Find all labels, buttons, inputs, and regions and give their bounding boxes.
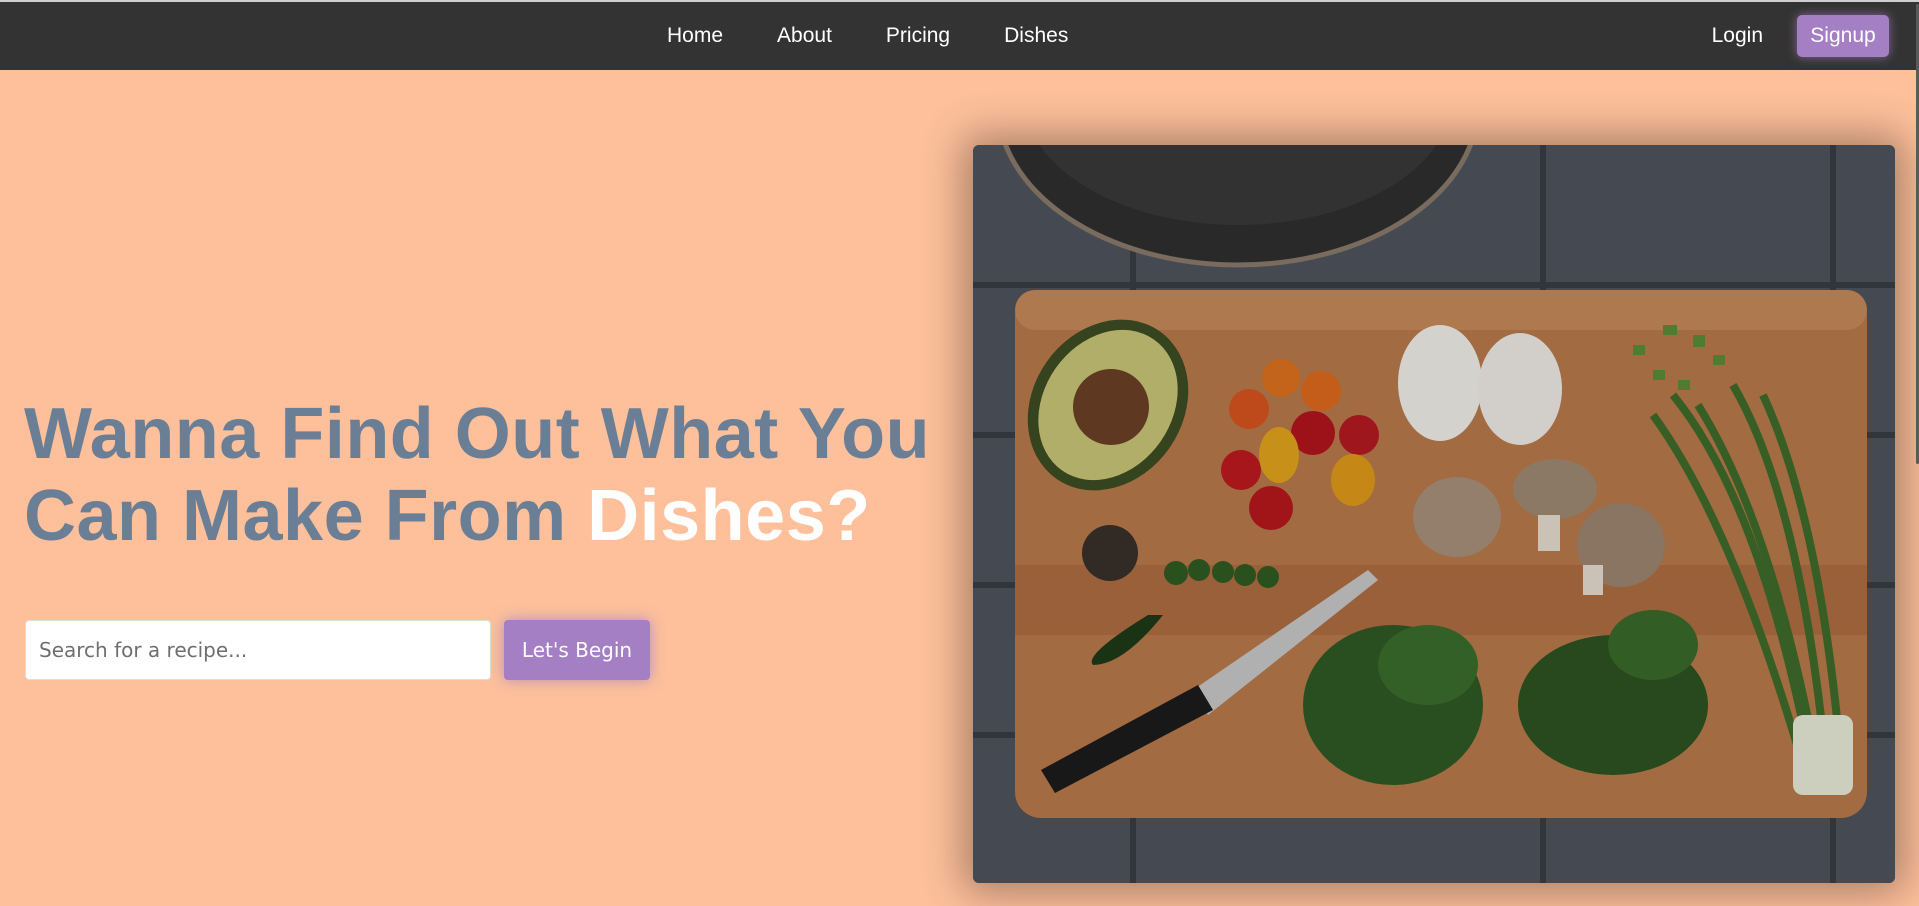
recipe-search-input[interactable] xyxy=(25,620,491,680)
scrollbar[interactable] xyxy=(1915,0,1919,906)
navbar: Home About Pricing Dishes Login Signup xyxy=(0,2,1919,70)
login-link[interactable]: Login xyxy=(1712,24,1763,48)
headline-line-2: Can Make From xyxy=(24,476,588,556)
nav-link-about[interactable]: About xyxy=(750,2,859,70)
lets-begin-button[interactable]: Let's Begin xyxy=(504,620,650,680)
page: Home About Pricing Dishes Login Signup W… xyxy=(0,0,1919,906)
nav-auth: Login Signup xyxy=(1712,2,1889,70)
hero-illustration xyxy=(973,145,1895,883)
nav-link-dishes[interactable]: Dishes xyxy=(977,2,1095,70)
hero-image xyxy=(973,145,1895,883)
headline-line-1: Wanna Find Out What You xyxy=(24,394,931,474)
hero-headline: Wanna Find Out What You Can Make From Di… xyxy=(24,393,964,557)
headline-accent: Dishes? xyxy=(587,476,871,556)
nav-links: Home About Pricing Dishes xyxy=(640,2,1095,70)
nav-link-home[interactable]: Home xyxy=(640,2,750,70)
nav-link-pricing[interactable]: Pricing xyxy=(859,2,977,70)
signup-button[interactable]: Signup xyxy=(1797,15,1889,57)
